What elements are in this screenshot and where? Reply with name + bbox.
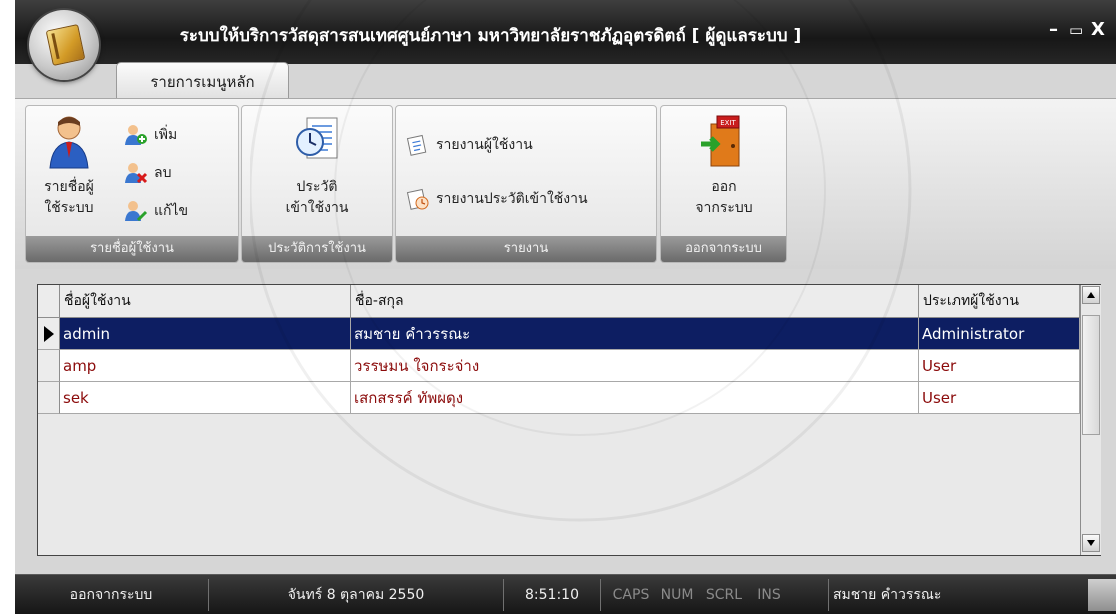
vertical-scrollbar[interactable] <box>1080 285 1101 555</box>
status-time: 8:51:10 <box>525 587 579 603</box>
user-grid[interactable]: ชื่อผู้ใช้งาน ชื่อ-สกุล ประเภทผู้ใช้งาน … <box>38 285 1080 555</box>
column-header-type[interactable]: ประเภทผู้ใช้งาน <box>919 285 1080 317</box>
delete-user-icon <box>125 163 148 184</box>
edit-user-icon <box>125 201 148 222</box>
login-history-button[interactable]: ประวัติ เข้าใช้งาน <box>262 114 372 219</box>
minimize-button[interactable]: – <box>1049 20 1058 40</box>
window-title: ระบบให้บริการวัสดุสารสนเทศศูนย์ภาษา มหาว… <box>179 26 802 46</box>
status-bar: ออกจากระบบ จันทร์ 8 ตุลาคม 2550 8:51:10 … <box>15 574 1116 614</box>
status-exit-button[interactable]: ออกจากระบบ <box>15 580 207 610</box>
history-report-icon <box>406 188 429 210</box>
cell-username[interactable]: admin <box>60 318 351 350</box>
delete-user-button[interactable]: ลบ <box>124 162 171 184</box>
book-icon <box>45 23 86 67</box>
status-scrl: SCRL <box>705 587 743 603</box>
user-list-button[interactable]: รายชื่อผู้ ใช้ระบบ <box>30 114 108 219</box>
status-current-user: สมชาย คำวรรณะ <box>833 587 942 603</box>
cell-type[interactable]: Administrator <box>919 318 1080 350</box>
exit-sign-text: EXIT <box>720 119 736 127</box>
edit-label: แก้ไข <box>154 203 189 219</box>
cell-username[interactable]: sek <box>60 382 351 414</box>
user-report-button[interactable]: รายงานผู้ใช้งาน <box>406 134 533 156</box>
cell-fullname[interactable]: เสกสรรค์ ทัพผดุง <box>351 382 919 414</box>
report-icon <box>406 134 427 156</box>
add-user-icon <box>125 125 147 145</box>
status-date: จันทร์ 8 ตุลาคม 2550 <box>287 587 425 603</box>
table-row[interactable]: admin สมชาย คำวรรณะ Administrator <box>38 318 1080 350</box>
login-history-label-1: ประวัติ <box>296 179 338 195</box>
arrow-down-icon <box>1087 540 1095 546</box>
status-num: NUM <box>660 587 694 603</box>
scroll-thumb[interactable] <box>1082 315 1100 435</box>
user-list-label-1: รายชื่อผู้ <box>44 179 94 195</box>
current-row-arrow-icon <box>44 326 54 342</box>
add-user-button[interactable]: เพิ่ม <box>124 124 177 146</box>
history-report-label: รายงานประวัติเข้าใช้งาน <box>436 191 588 207</box>
status-separator <box>828 579 829 611</box>
ribbon: รายชื่อผู้ ใช้ระบบ เพิ่ม ลบ แก้ไข รายชื่… <box>15 98 1116 269</box>
grid-header: ชื่อผู้ใช้งาน ชื่อ-สกุล ประเภทผู้ใช้งาน <box>38 285 1080 318</box>
add-label: เพิ่ม <box>154 127 178 143</box>
cell-fullname[interactable]: สมชาย คำวรรณะ <box>351 318 919 350</box>
ribbon-group-users: รายชื่อผู้ ใช้ระบบ เพิ่ม ลบ แก้ไข รายชื่… <box>25 105 239 263</box>
row-indicator <box>38 382 60 414</box>
cell-type[interactable]: User <box>919 350 1080 382</box>
status-separator <box>503 579 504 611</box>
status-separator <box>208 579 209 611</box>
tab-main-menu[interactable]: รายการเมนูหลัก <box>116 62 289 100</box>
status-separator <box>600 579 601 611</box>
history-group-caption: ประวัติการใช้งาน <box>242 236 392 262</box>
exit-big-button[interactable]: EXIT ออก จากระบบ <box>669 114 779 219</box>
exit-group-caption: ออกจากระบบ <box>661 236 786 262</box>
user-icon <box>49 116 89 169</box>
close-button[interactable]: X <box>1091 20 1105 40</box>
ribbon-group-reports: รายงานผู้ใช้งาน รายงานประวัติเข้าใช้งาน … <box>395 105 657 263</box>
delete-label: ลบ <box>154 165 172 181</box>
application-menu-button[interactable] <box>29 10 99 80</box>
resize-grip-icon[interactable] <box>1088 579 1116 611</box>
maximize-button[interactable]: ▭ <box>1069 20 1083 40</box>
table-row[interactable]: amp วรรษมน ใจกระจ่าง User <box>38 350 1080 382</box>
app-window: ระบบให้บริการวัสดุสารสนเทศศูนย์ภาษา มหาว… <box>15 0 1116 614</box>
header-corner <box>38 285 60 317</box>
login-history-label-2: เข้าใช้งาน <box>285 200 349 216</box>
ribbon-group-history: ประวัติ เข้าใช้งาน ประวัติการใช้งาน <box>241 105 393 263</box>
scroll-down-button[interactable] <box>1082 534 1100 552</box>
row-indicator <box>38 318 60 350</box>
scroll-up-button[interactable] <box>1082 286 1100 304</box>
users-group-caption: รายชื่อผู้ใช้งาน <box>26 236 238 262</box>
cell-fullname[interactable]: วรรษมน ใจกระจ่าง <box>351 350 919 382</box>
arrow-up-icon <box>1087 292 1095 298</box>
user-list-label-2: ใช้ระบบ <box>44 200 94 216</box>
reports-group-caption: รายงาน <box>396 236 656 262</box>
table-row[interactable]: sek เสกสรรค์ ทัพผดุง User <box>38 382 1080 414</box>
title-bar[interactable]: ระบบให้บริการวัสดุสารสนเทศศูนย์ภาษา มหาว… <box>15 0 1116 64</box>
cell-username[interactable]: amp <box>60 350 351 382</box>
user-grid-panel: ชื่อผู้ใช้งาน ชื่อ-สกุล ประเภทผู้ใช้งาน … <box>37 284 1101 556</box>
status-ins: INS <box>757 587 781 603</box>
exit-label-1: ออก <box>711 179 737 195</box>
clock-document-icon <box>296 117 338 159</box>
status-caps: CAPS <box>612 587 650 603</box>
exit-label-2: จากระบบ <box>695 200 753 216</box>
ribbon-group-exit: EXIT ออก จากระบบ ออกจากระบบ <box>660 105 787 263</box>
cell-type[interactable]: User <box>919 382 1080 414</box>
user-report-label: รายงานผู้ใช้งาน <box>436 137 533 153</box>
edit-user-button[interactable]: แก้ไข <box>124 200 188 222</box>
column-header-username[interactable]: ชื่อผู้ใช้งาน <box>60 285 351 317</box>
history-report-button[interactable]: รายงานประวัติเข้าใช้งาน <box>406 188 588 210</box>
row-indicator <box>38 350 60 382</box>
column-header-fullname[interactable]: ชื่อ-สกุล <box>351 285 919 317</box>
exit-door-icon: EXIT <box>701 115 740 167</box>
